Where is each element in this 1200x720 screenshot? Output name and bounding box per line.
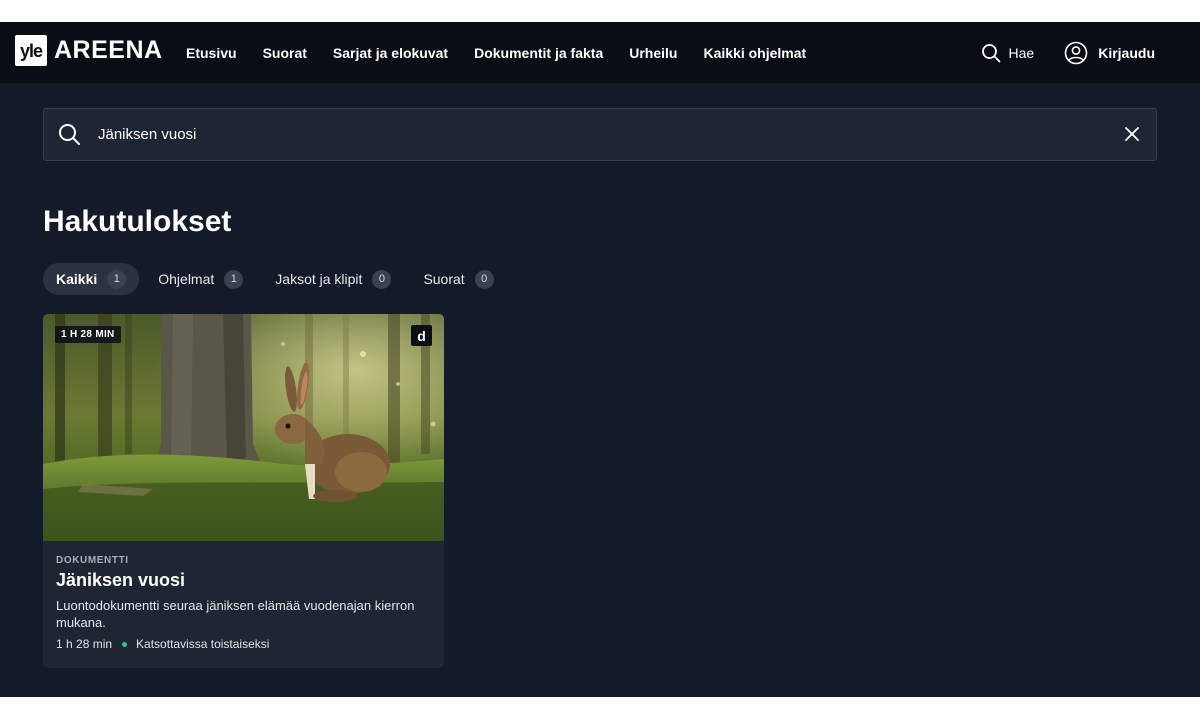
result-thumbnail: 1 H 28 MIN d [43, 314, 444, 541]
nav-actions: Hae Kirjaudu [981, 22, 1155, 83]
login-button[interactable]: Kirjaudu [1064, 41, 1155, 65]
tab-ohjelmat[interactable]: Ohjelmat 1 [145, 263, 256, 295]
result-filter-tabs: Kaikki 1 Ohjelmat 1 Jaksot ja klipit 0 S… [43, 263, 513, 295]
result-category: DOKUMENTTI [56, 555, 129, 566]
page-title: Hakutulokset [43, 205, 232, 238]
tab-count: 1 [224, 269, 244, 289]
search-icon [981, 43, 1001, 63]
search-button[interactable]: Hae [981, 43, 1035, 63]
tab-count: 0 [372, 269, 392, 289]
tab-label: Jaksot ja klipit [275, 271, 363, 287]
tab-jaksot-ja-klipit[interactable]: Jaksot ja klipit 0 [262, 263, 404, 295]
search-bar [43, 108, 1157, 161]
nav-link-urheilu[interactable]: Urheilu [629, 45, 677, 61]
tab-label: Ohjelmat [158, 271, 215, 287]
top-navigation: yle AREENA Etusivu Suorat Sarjat ja elok… [0, 22, 1200, 83]
tab-suorat[interactable]: Suorat 0 [410, 263, 506, 295]
yle-areena-logo[interactable]: yle AREENA [15, 35, 163, 66]
user-icon [1064, 41, 1088, 65]
documentary-badge: d [411, 325, 432, 346]
result-card-body: DOKUMENTTI Jäniksen vuosi Luontodokument… [43, 541, 444, 651]
nav-link-kaikki-ohjelmat[interactable]: Kaikki ohjelmat [703, 45, 806, 61]
search-icon [58, 123, 81, 146]
tab-count: 1 [107, 269, 127, 289]
tab-count: 0 [474, 269, 494, 289]
main-nav: Etusivu Suorat Sarjat ja elokuvat Dokume… [186, 22, 832, 83]
search-input[interactable] [98, 109, 1098, 160]
tab-label: Suorat [423, 271, 465, 287]
nav-link-sarjat-ja-elokuvat[interactable]: Sarjat ja elokuvat [333, 45, 448, 61]
nav-link-dokumentit-ja-fakta[interactable]: Dokumentit ja fakta [474, 45, 603, 61]
tab-label: Kaikki [56, 271, 98, 287]
result-meta: 1 h 28 min Katsottavissa toistaiseksi [56, 637, 431, 651]
search-button-label: Hae [1008, 44, 1035, 61]
result-title[interactable]: Jäniksen vuosi [56, 570, 431, 591]
yle-logo: yle [15, 35, 47, 66]
result-card[interactable]: 1 H 28 MIN d DOKUMENTTI Jäniksen vuosi L… [43, 314, 444, 668]
result-duration: 1 h 28 min [56, 637, 113, 651]
app-frame: yle AREENA Etusivu Suorat Sarjat ja elok… [0, 22, 1200, 697]
nav-link-etusivu[interactable]: Etusivu [186, 45, 237, 61]
result-availability: Katsottavissa toistaiseksi [136, 637, 270, 651]
result-description: Luontodokumentti seuraa jäniksen elämää … [56, 598, 415, 630]
areena-wordmark: AREENA [54, 36, 163, 64]
availability-dot-icon [122, 641, 128, 647]
duration-badge: 1 H 28 MIN [55, 326, 121, 343]
hare-forest-image [43, 314, 444, 541]
nav-link-suorat[interactable]: Suorat [263, 45, 307, 61]
tab-kaikki[interactable]: Kaikki 1 [43, 263, 140, 295]
close-icon[interactable] [1124, 126, 1140, 142]
login-button-label: Kirjaudu [1098, 44, 1155, 61]
